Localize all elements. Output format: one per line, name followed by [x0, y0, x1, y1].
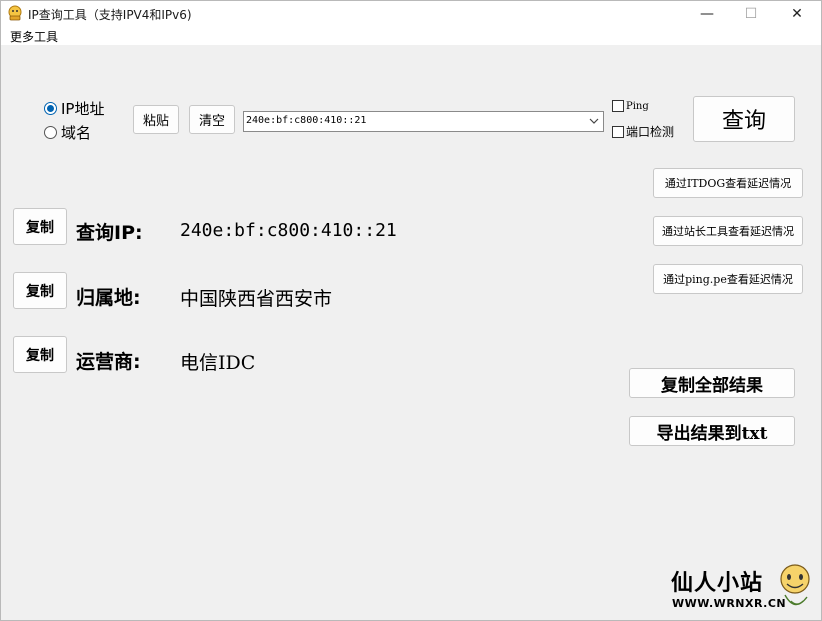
app-icon: [8, 5, 22, 21]
radio-ip-address[interactable]: IP地址: [44, 98, 104, 119]
chinaz-latency-button[interactable]: 通过站长工具查看延迟情况: [653, 216, 803, 246]
pingpe-latency-button[interactable]: 通过ping.pe查看延迟情况: [653, 264, 803, 294]
menu-bar: 更多工具: [1, 27, 821, 45]
copy-isp-button[interactable]: 复制: [13, 336, 67, 373]
query-ip-label: 查询IP:: [76, 222, 143, 244]
site-logo: 仙人小站 WWW.WRNXR.CN: [669, 563, 815, 619]
chevron-down-icon[interactable]: [589, 115, 599, 127]
ping-checkbox-box: [612, 100, 624, 112]
query-ip-value: 240e:bf:c800:410::21: [180, 220, 397, 241]
port-check-label: 端口检测: [626, 125, 675, 139]
menu-more-tools[interactable]: 更多工具: [10, 28, 58, 45]
ip-input-combobox[interactable]: 240e:bf:c800:410::21: [243, 111, 604, 132]
radio-checked-indicator: [44, 102, 57, 115]
itdog-latency-button[interactable]: 通过ITDOG查看延迟情况: [653, 168, 803, 198]
app-window: IP查询工具（支持IPV4和IPv6) — ☐ ✕ 更多工具 IP地址 域名 粘…: [0, 0, 822, 621]
title-bar[interactable]: IP查询工具（支持IPV4和IPv6) — ☐ ✕: [1, 1, 821, 27]
paste-button[interactable]: 粘贴: [133, 105, 179, 134]
clear-button[interactable]: 清空: [189, 105, 235, 134]
radio-domain[interactable]: 域名: [44, 122, 91, 143]
copy-all-results-button[interactable]: 复制全部结果: [629, 368, 795, 398]
isp-label: 运营商:: [76, 351, 141, 373]
ip-input-value: 240e:bf:c800:410::21: [246, 115, 367, 126]
location-value: 中国陕西省西安市: [180, 288, 333, 310]
copy-location-button[interactable]: 复制: [13, 272, 67, 309]
radio-unchecked-indicator: [44, 126, 57, 139]
copy-ip-button[interactable]: 复制: [13, 208, 67, 245]
close-button[interactable]: ✕: [774, 1, 820, 27]
radio-ip-label: IP地址: [61, 100, 105, 118]
logo-main-text: 仙人小站: [671, 571, 764, 596]
port-check-checkbox[interactable]: 端口检测: [612, 123, 674, 140]
mascot-icon: [780, 564, 810, 606]
logo-sub-text: WWW.WRNXR.CN: [672, 597, 787, 610]
location-label: 归属地:: [76, 287, 141, 309]
port-check-checkbox-box: [612, 125, 624, 138]
export-txt-button[interactable]: 导出结果到txt: [629, 416, 795, 446]
radio-domain-label: 域名: [61, 124, 92, 142]
maximize-button[interactable]: ☐: [728, 1, 774, 27]
query-button[interactable]: 查询: [693, 96, 795, 142]
isp-value: 电信IDC: [180, 352, 256, 374]
ping-checkbox[interactable]: Ping: [612, 100, 649, 112]
window-title: IP查询工具（支持IPV4和IPv6): [28, 8, 192, 22]
ping-checkbox-label: Ping: [626, 100, 649, 112]
minimize-button[interactable]: —: [684, 1, 730, 27]
